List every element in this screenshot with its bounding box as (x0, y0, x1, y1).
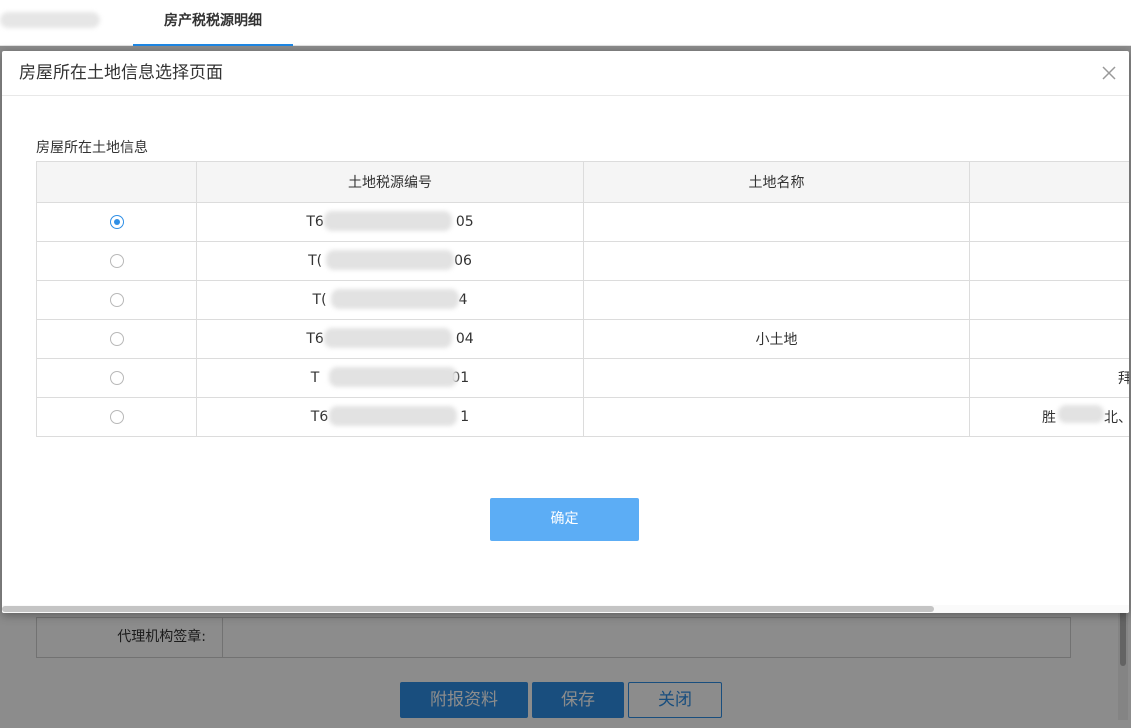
land-code-cell: T6 1 (196, 397, 584, 437)
land-info-table: 土地税源编号 土地名称 T605土T(06T(4tiT604小土地拜T01拜城T… (36, 161, 1129, 437)
redaction-mask (328, 367, 457, 387)
land-code-suffix: 1 (460, 409, 470, 425)
redaction-mask (328, 406, 457, 426)
land-address-cell: 拜 (969, 319, 1129, 359)
land-name-cell (583, 280, 970, 320)
land-address-text: 北、镇 (1104, 410, 1129, 426)
table-header-row: 土地税源编号 土地名称 (36, 161, 1129, 203)
section-label: 房屋所在土地信息 (36, 140, 148, 156)
land-code-suffix: 04 (455, 331, 474, 347)
redaction-mask (1058, 405, 1104, 423)
land-address-prefix: 胜 (1042, 410, 1056, 426)
row-select-cell (36, 358, 197, 398)
close-icon[interactable] (1099, 63, 1119, 83)
confirm-button[interactable]: 确定 (490, 498, 639, 541)
land-name-cell (583, 202, 970, 242)
land-code-suffix: 05 (455, 214, 474, 230)
land-code-cell: T 01 (196, 358, 584, 398)
table-row[interactable]: T6 1 胜 北、镇 (36, 397, 1129, 437)
land-code-suffix: 4 (458, 292, 468, 308)
land-name-cell: 小土地 (583, 319, 970, 359)
land-address-cell: 胜 北、镇 (969, 397, 1129, 437)
row-select-cell (36, 280, 197, 320)
column-header-land-name: 土地名称 (583, 161, 970, 203)
table-row[interactable]: T6 05 土 (36, 202, 1129, 242)
row-radio-button[interactable] (109, 254, 124, 268)
dialog-header: 房屋所在土地信息选择页面 (2, 51, 1129, 96)
column-header-address (969, 161, 1129, 203)
row-select-cell (36, 319, 197, 359)
land-code-prefix: T (310, 370, 320, 386)
tab-property-tax-detail[interactable]: 房产税税源明细 (133, 0, 293, 46)
table-row[interactable]: T6 04 小土地拜 (36, 319, 1129, 359)
land-address-cell: 拜城 (969, 358, 1129, 398)
land-code-cell: T( 06 (196, 241, 584, 281)
redaction-mask (324, 211, 453, 231)
row-select-cell (36, 241, 197, 281)
land-code-suffix: 06 (454, 253, 472, 269)
row-select-cell (36, 397, 197, 437)
row-select-cell (36, 202, 197, 242)
redaction-mask (330, 289, 459, 309)
tab-blurred[interactable] (0, 12, 100, 28)
land-info-select-dialog: 房屋所在土地信息选择页面 房屋所在土地信息 土地税源编号 土地名称 T605土T… (2, 51, 1129, 613)
dialog-horizontal-scrollbar[interactable] (2, 605, 1129, 613)
land-address-cell (969, 241, 1129, 281)
land-code-prefix: T6 (306, 331, 324, 347)
land-code-cell: T6 04 (196, 319, 584, 359)
dialog-title: 房屋所在土地信息选择页面 (19, 63, 223, 83)
land-address-text: 拜城 (1118, 371, 1129, 387)
land-address-cell: 土 (969, 202, 1129, 242)
land-code-prefix: T( (308, 253, 323, 269)
land-address-cell: ti (969, 280, 1129, 320)
land-name-cell (583, 397, 970, 437)
row-radio-button[interactable] (109, 293, 124, 307)
column-header-land-code: 土地税源编号 (196, 161, 584, 203)
redaction-mask (326, 250, 455, 270)
row-radio-button[interactable] (109, 371, 124, 385)
land-code-cell: T6 05 (196, 202, 584, 242)
row-radio-button[interactable] (109, 332, 124, 346)
table-row[interactable]: T( 06 (36, 241, 1129, 281)
land-name-cell (583, 241, 970, 281)
table-row[interactable]: T01 拜城 (36, 358, 1129, 398)
land-code-cell: T( 4 (196, 280, 584, 320)
table-row[interactable]: T( 4 ti (36, 280, 1129, 320)
land-name-cell (583, 358, 970, 398)
land-code-prefix: T( (312, 292, 327, 308)
column-header-select (36, 161, 197, 203)
top-tab-bar: 房产税税源明细 (0, 0, 1131, 46)
land-code-prefix: T6 (310, 409, 329, 425)
redaction-mask (324, 328, 453, 348)
row-radio-button[interactable] (109, 410, 124, 424)
land-code-prefix: T6 (306, 214, 324, 230)
row-radio-button[interactable] (109, 215, 124, 229)
